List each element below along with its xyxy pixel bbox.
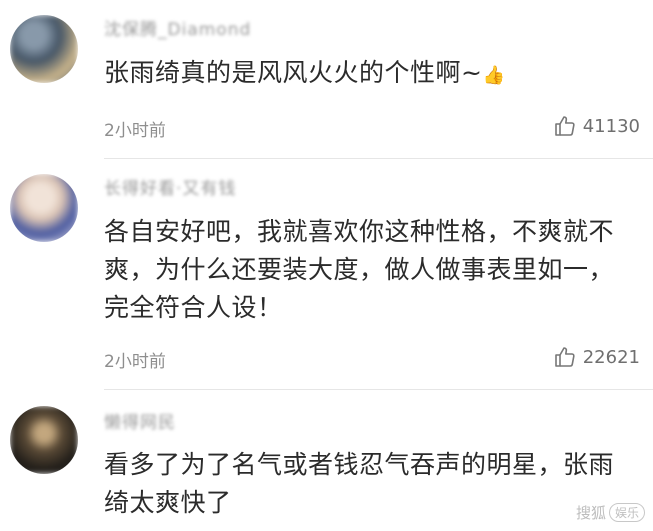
avatar[interactable] <box>10 174 78 242</box>
comment-username[interactable]: 长得好看·又有钱 <box>104 174 236 199</box>
watermark-brand: 搜狐 <box>575 504 606 522</box>
divider <box>104 158 653 159</box>
comment-text: 看多了为了名气或者钱忍气吞声的明星，张雨绮太爽快了 <box>104 450 615 517</box>
thumbs-up-icon <box>553 345 577 369</box>
comment-item: 长得好看·又有钱 各自安好吧，我就喜欢你这种性格，不爽就不爽，为什么还要装大度，… <box>0 160 653 388</box>
avatar[interactable] <box>10 406 78 474</box>
like-button[interactable]: 22621 <box>553 345 640 369</box>
comment-username[interactable]: 懒得网民 <box>104 408 176 433</box>
comment-text: 各自安好吧，我就喜欢你这种性格，不爽就不爽，为什么还要装大度，做人做事表里如一，… <box>104 217 615 322</box>
comment-item: 懒得网民 看多了为了名气或者钱忍气吞声的明星，张雨绮太爽快了 <box>0 390 653 531</box>
comment-text-content: 张雨绮真的是风风火火的个性啊~ <box>104 58 483 87</box>
thumbs-up-emoji: 👍 <box>482 65 506 86</box>
watermark: 搜狐 娱乐 <box>576 502 645 523</box>
comment-time: 2小时前 <box>104 121 166 141</box>
comment-username[interactable]: 沈保腾_Diamond <box>104 15 251 40</box>
like-button[interactable]: 41130 <box>553 114 640 138</box>
watermark-badge: 娱乐 <box>608 503 645 522</box>
like-count: 41130 <box>582 115 640 137</box>
avatar[interactable] <box>10 15 78 83</box>
like-count: 22621 <box>582 346 640 368</box>
comment-item: 沈保腾_Diamond 张雨绮真的是风风火火的个性啊~👍 2小时前 41130 <box>0 0 653 160</box>
comment-text: 张雨绮真的是风风火火的个性啊~👍 <box>104 54 634 95</box>
comment-time: 2小时前 <box>104 352 166 372</box>
thumbs-up-icon <box>553 114 577 138</box>
